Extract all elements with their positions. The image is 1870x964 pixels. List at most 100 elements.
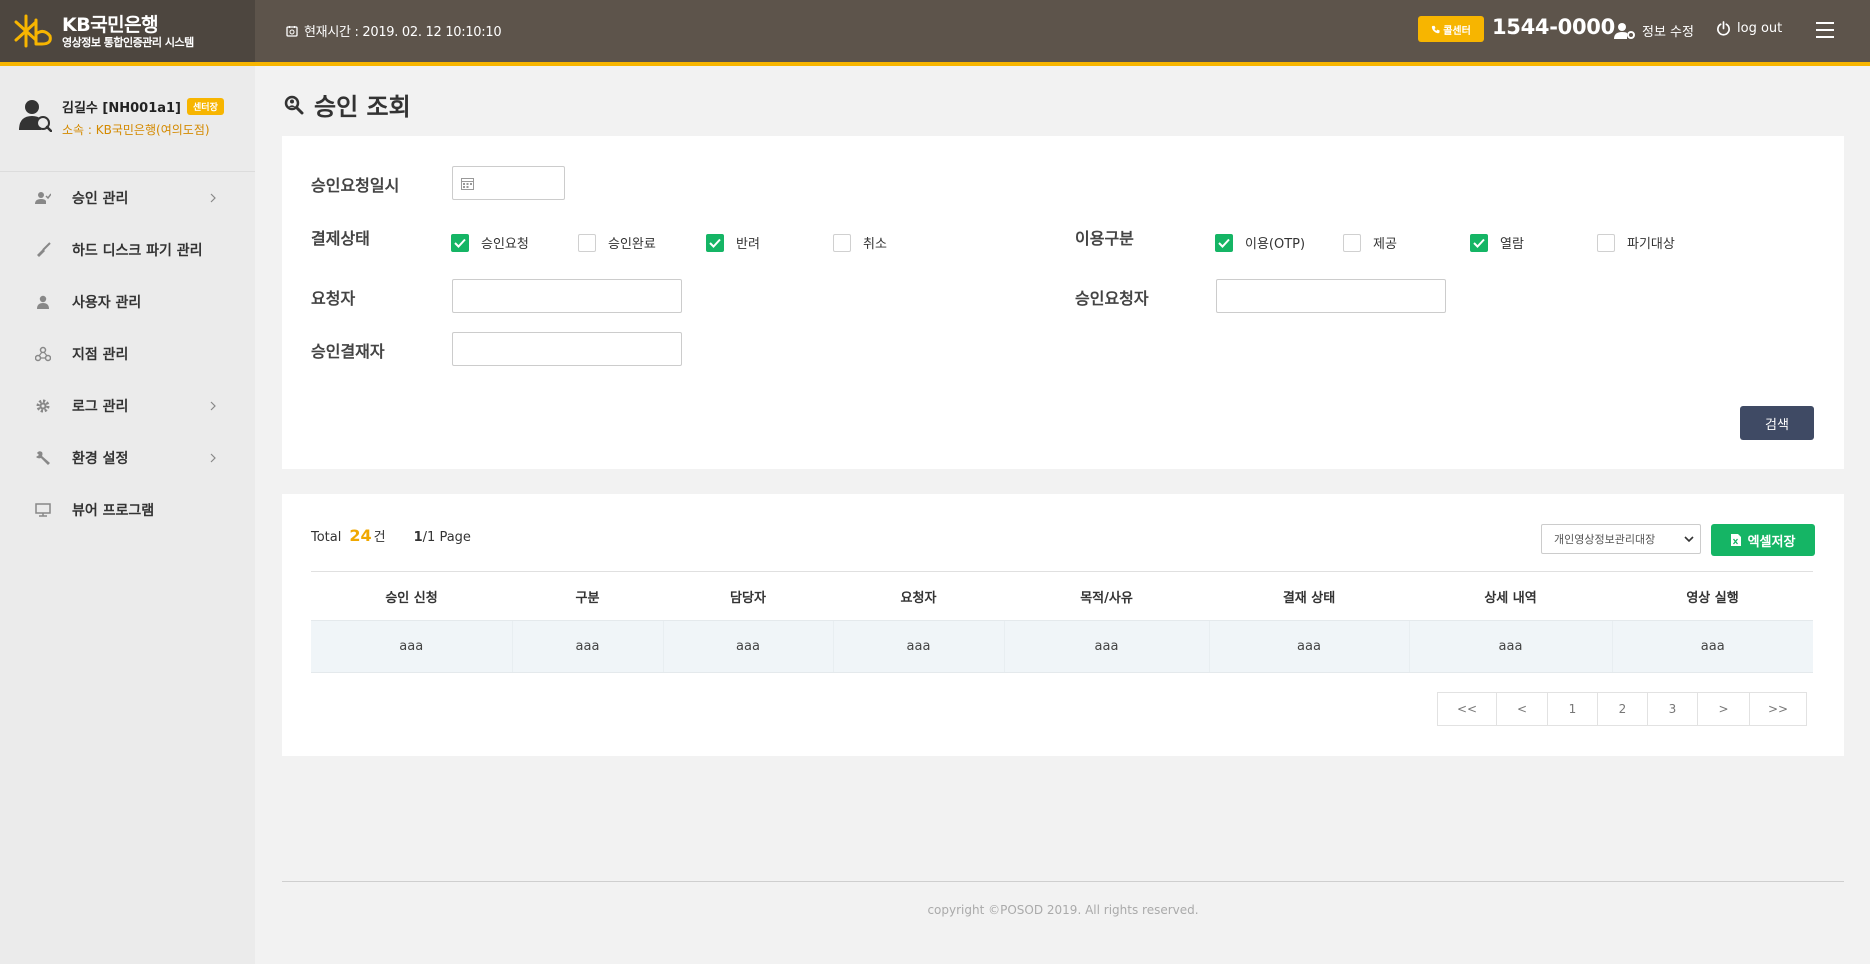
checkbox-unchecked[interactable] [578, 233, 596, 252]
user-gear-icon [1614, 22, 1635, 39]
approval-table: 승인 신청 구분 담당자 요청자 목적/사유 결재 상태 상세 내역 영상 실행… [311, 571, 1813, 673]
prev-page-button[interactable]: < [1497, 693, 1548, 725]
current-time-text: 현재시간 : 2019. 02. 12 10:10:10 [304, 25, 502, 40]
checkbox-label: 열람 [1500, 237, 1524, 252]
page-indicator: 1/1 Page [414, 530, 471, 545]
usage-checkbox-disposal[interactable]: 파기대상 [1597, 233, 1675, 252]
usage-checkbox-provide[interactable]: 제공 [1343, 233, 1397, 252]
total-count: 24 [349, 526, 372, 545]
search-panel: 승인요청일시 결제상태 승인요청 승인완료 반려 취소 이용구분 이용(OTP)… [282, 136, 1844, 469]
column-header[interactable]: 상세 내역 [1409, 571, 1612, 621]
column-header[interactable]: 구분 [512, 571, 663, 621]
status-checkbox-rejected[interactable]: 반려 [706, 233, 760, 252]
page-button-2[interactable]: 2 [1598, 693, 1648, 725]
status-label: 결제상태 [311, 229, 370, 248]
approver-label: 승인결재자 [311, 342, 385, 361]
user-icon [34, 293, 52, 311]
logout-link[interactable]: log out [1716, 21, 1782, 36]
checkbox-unchecked[interactable] [1597, 233, 1615, 252]
column-header[interactable]: 영상 실행 [1612, 571, 1813, 621]
sidebar-item-log-management[interactable]: 로그 관리 [0, 380, 255, 432]
broom-icon [34, 241, 52, 259]
request-date-field[interactable] [452, 166, 565, 200]
last-page-button[interactable]: >> [1750, 693, 1806, 725]
table-cell: aaa [832, 620, 1004, 673]
monitor-icon [34, 501, 52, 519]
logo-name: KB국민은행 [62, 14, 159, 36]
excel-save-button[interactable]: 엑셀저장 [1711, 524, 1815, 556]
column-header[interactable]: 요청자 [833, 571, 1004, 621]
status-checkbox-cancelled[interactable]: 취소 [833, 233, 887, 252]
edit-info-label: 정보 수정 [1642, 25, 1694, 40]
calendar-icon [461, 177, 474, 190]
user-search-avatar-icon [19, 100, 52, 132]
sidebar-item-viewer-program[interactable]: 뷰어 프로그램 [0, 484, 255, 536]
ledger-type-select[interactable]: 개인영상정보관리대장 [1541, 524, 1701, 554]
profile-affiliation: 소속 : KB국민은행(여의도점) [62, 123, 210, 137]
count-unit: 건 [373, 530, 386, 545]
checkbox-checked[interactable] [1215, 233, 1233, 252]
current-time: 현재시간 : 2019. 02. 12 10:10:10 [286, 21, 502, 40]
usage-checkbox-otp[interactable]: 이용(OTP) [1215, 233, 1305, 252]
next-page-button[interactable]: > [1698, 693, 1750, 725]
approval-requester-input[interactable] [1216, 279, 1446, 313]
edit-info-link[interactable]: 정보 수정 [1614, 21, 1694, 40]
copyright: copyright ©POSOD 2019. All rights reserv… [927, 903, 1199, 917]
phone-icon [1432, 25, 1440, 33]
usage-checkbox-view[interactable]: 열람 [1470, 233, 1524, 252]
table-row[interactable]: aaa aaa aaa aaa aaa aaa aaa aaa [311, 620, 1813, 673]
logo[interactable]: KB국민은행 영상정보 통합인증관리 시스템 [0, 0, 255, 62]
table-cell: aaa [662, 620, 833, 673]
call-center-label: 콜센터 [1443, 25, 1471, 37]
checkbox-label: 파기대상 [1627, 237, 1675, 252]
table-cell: aaa [1611, 620, 1813, 673]
checkbox-unchecked[interactable] [833, 233, 851, 252]
page-title-text: 승인 조회 [314, 93, 411, 121]
table-cell: aaa [1208, 620, 1409, 673]
checkbox-checked[interactable] [451, 233, 469, 252]
search-button[interactable]: 검색 [1740, 406, 1814, 440]
requester-label: 요청자 [311, 289, 356, 308]
sidebar-item-user-management[interactable]: 사용자 관리 [0, 276, 255, 328]
hamburger-menu-icon[interactable] [1816, 22, 1834, 38]
usage-label: 이용구분 [1075, 229, 1134, 248]
user-check-icon [34, 189, 52, 207]
sidebar-item-approval[interactable]: 승인 관리 [0, 172, 255, 224]
table-cell: aaa [311, 620, 512, 673]
checkbox-checked[interactable] [706, 233, 724, 252]
first-page-button[interactable]: << [1438, 693, 1497, 725]
current-page: 1 [413, 530, 423, 545]
column-header[interactable]: 담당자 [663, 571, 833, 621]
user-profile: 김길수 [NH001a1] 센터장 소속 : KB국민은행(여의도점) [0, 66, 255, 172]
status-checkbox-approved[interactable]: 승인완료 [578, 233, 656, 252]
column-header[interactable]: 승인 신청 [311, 571, 512, 621]
profile-name: 김길수 [NH001a1] [62, 101, 182, 116]
checkbox-label: 승인요청 [481, 237, 529, 252]
footer-divider [282, 881, 1844, 882]
network-icon [34, 345, 52, 363]
page-suffix: /1 Page [422, 530, 471, 545]
table-header-row: 승인 신청 구분 담당자 요청자 목적/사유 결재 상태 상세 내역 영상 실행 [311, 571, 1813, 621]
sidebar-nav: 승인 관리 하드 디스크 파기 관리 사용자 관리 지점 관리 로그 관리 환경… [0, 172, 255, 536]
checkbox-unchecked[interactable] [1343, 233, 1361, 252]
checkbox-checked[interactable] [1470, 233, 1488, 252]
status-checkbox-requested[interactable]: 승인요청 [451, 233, 529, 252]
approver-input[interactable] [452, 332, 682, 366]
column-header[interactable]: 목적/사유 [1004, 571, 1209, 621]
pagination: << < 1 2 3 > >> [1437, 692, 1807, 726]
requester-input[interactable] [452, 279, 682, 313]
column-header[interactable]: 결재 상태 [1209, 571, 1409, 621]
logo-subtitle: 영상정보 통합인증관리 시스템 [62, 36, 194, 49]
checkbox-label: 제공 [1373, 237, 1397, 252]
sidebar-item-label: 환경 설정 [72, 451, 129, 467]
sidebar-item-label: 사용자 관리 [72, 295, 142, 311]
sidebar-item-hdd-disposal[interactable]: 하드 디스크 파기 관리 [0, 224, 255, 276]
total-label: Total [311, 530, 342, 545]
page-button-3[interactable]: 3 [1648, 693, 1698, 725]
wrench-icon [34, 449, 52, 467]
page-button-1[interactable]: 1 [1548, 693, 1598, 725]
search-user-icon [284, 95, 304, 114]
file-excel-icon [1730, 534, 1741, 546]
sidebar-item-settings[interactable]: 환경 설정 [0, 432, 255, 484]
sidebar-item-branch-management[interactable]: 지점 관리 [0, 328, 255, 380]
